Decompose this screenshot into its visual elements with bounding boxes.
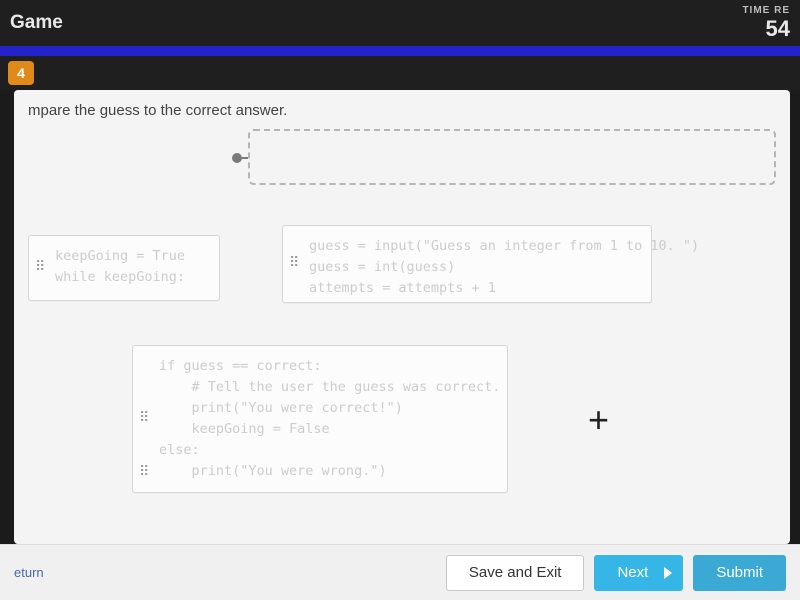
drag-handle-icon[interactable]	[35, 257, 44, 279]
code-line: if guess == correct:	[159, 356, 493, 377]
code-line: print("You were wrong.")	[159, 461, 493, 482]
code-block-check[interactable]: if guess == correct: # Tell the user the…	[132, 345, 508, 493]
add-block-icon[interactable]: +	[588, 399, 609, 441]
time-value: 54	[742, 16, 790, 42]
code-line: # Tell the user the guess was correct.	[159, 377, 493, 398]
top-bar: Game TIME RE 54	[0, 0, 800, 46]
question-panel: mpare the guess to the correct answer. k…	[14, 90, 790, 544]
code-line: attempts = attempts + 1	[309, 278, 637, 299]
save-exit-button[interactable]: Save and Exit	[446, 555, 585, 591]
time-remaining: TIME RE 54	[742, 5, 790, 42]
drag-handle-icon[interactable]	[139, 462, 149, 484]
sub-header: 4	[0, 56, 800, 90]
drag-workspace: keepGoing = True while keepGoing: guess …	[28, 129, 776, 529]
question-prompt: mpare the guess to the correct answer.	[28, 102, 776, 119]
code-line: keepGoing = False	[159, 419, 493, 440]
code-line: guess = int(guess)	[309, 257, 637, 278]
lesson-title: Game	[10, 12, 63, 34]
question-number-badge[interactable]: 4	[8, 61, 34, 85]
code-line: guess = input("Guess an integer from 1 t…	[309, 236, 637, 257]
time-label: TIME RE	[742, 5, 790, 16]
mark-return-link[interactable]: eturn	[14, 565, 44, 580]
drag-handle-icon[interactable]	[289, 253, 298, 275]
app-screen: Game TIME RE 54 4 mpare the guess to the…	[0, 0, 800, 600]
code-line: keepGoing = True	[55, 246, 205, 267]
drag-handle-icon[interactable]	[139, 408, 148, 430]
code-line: else:	[159, 440, 493, 461]
code-line: print("You were correct!")	[159, 398, 493, 419]
submit-button[interactable]: Submit	[693, 555, 786, 591]
next-button[interactable]: Next	[594, 555, 683, 591]
drop-target[interactable]	[248, 129, 776, 185]
code-line: while keepGoing:	[55, 267, 205, 288]
code-block-guess[interactable]: guess = input("Guess an integer from 1 t…	[282, 225, 652, 303]
connector-dot	[232, 153, 242, 163]
accent-strip	[0, 46, 800, 56]
action-bar: eturn Save and Exit Next Submit	[0, 544, 800, 600]
code-block-loop[interactable]: keepGoing = True while keepGoing:	[28, 235, 220, 301]
